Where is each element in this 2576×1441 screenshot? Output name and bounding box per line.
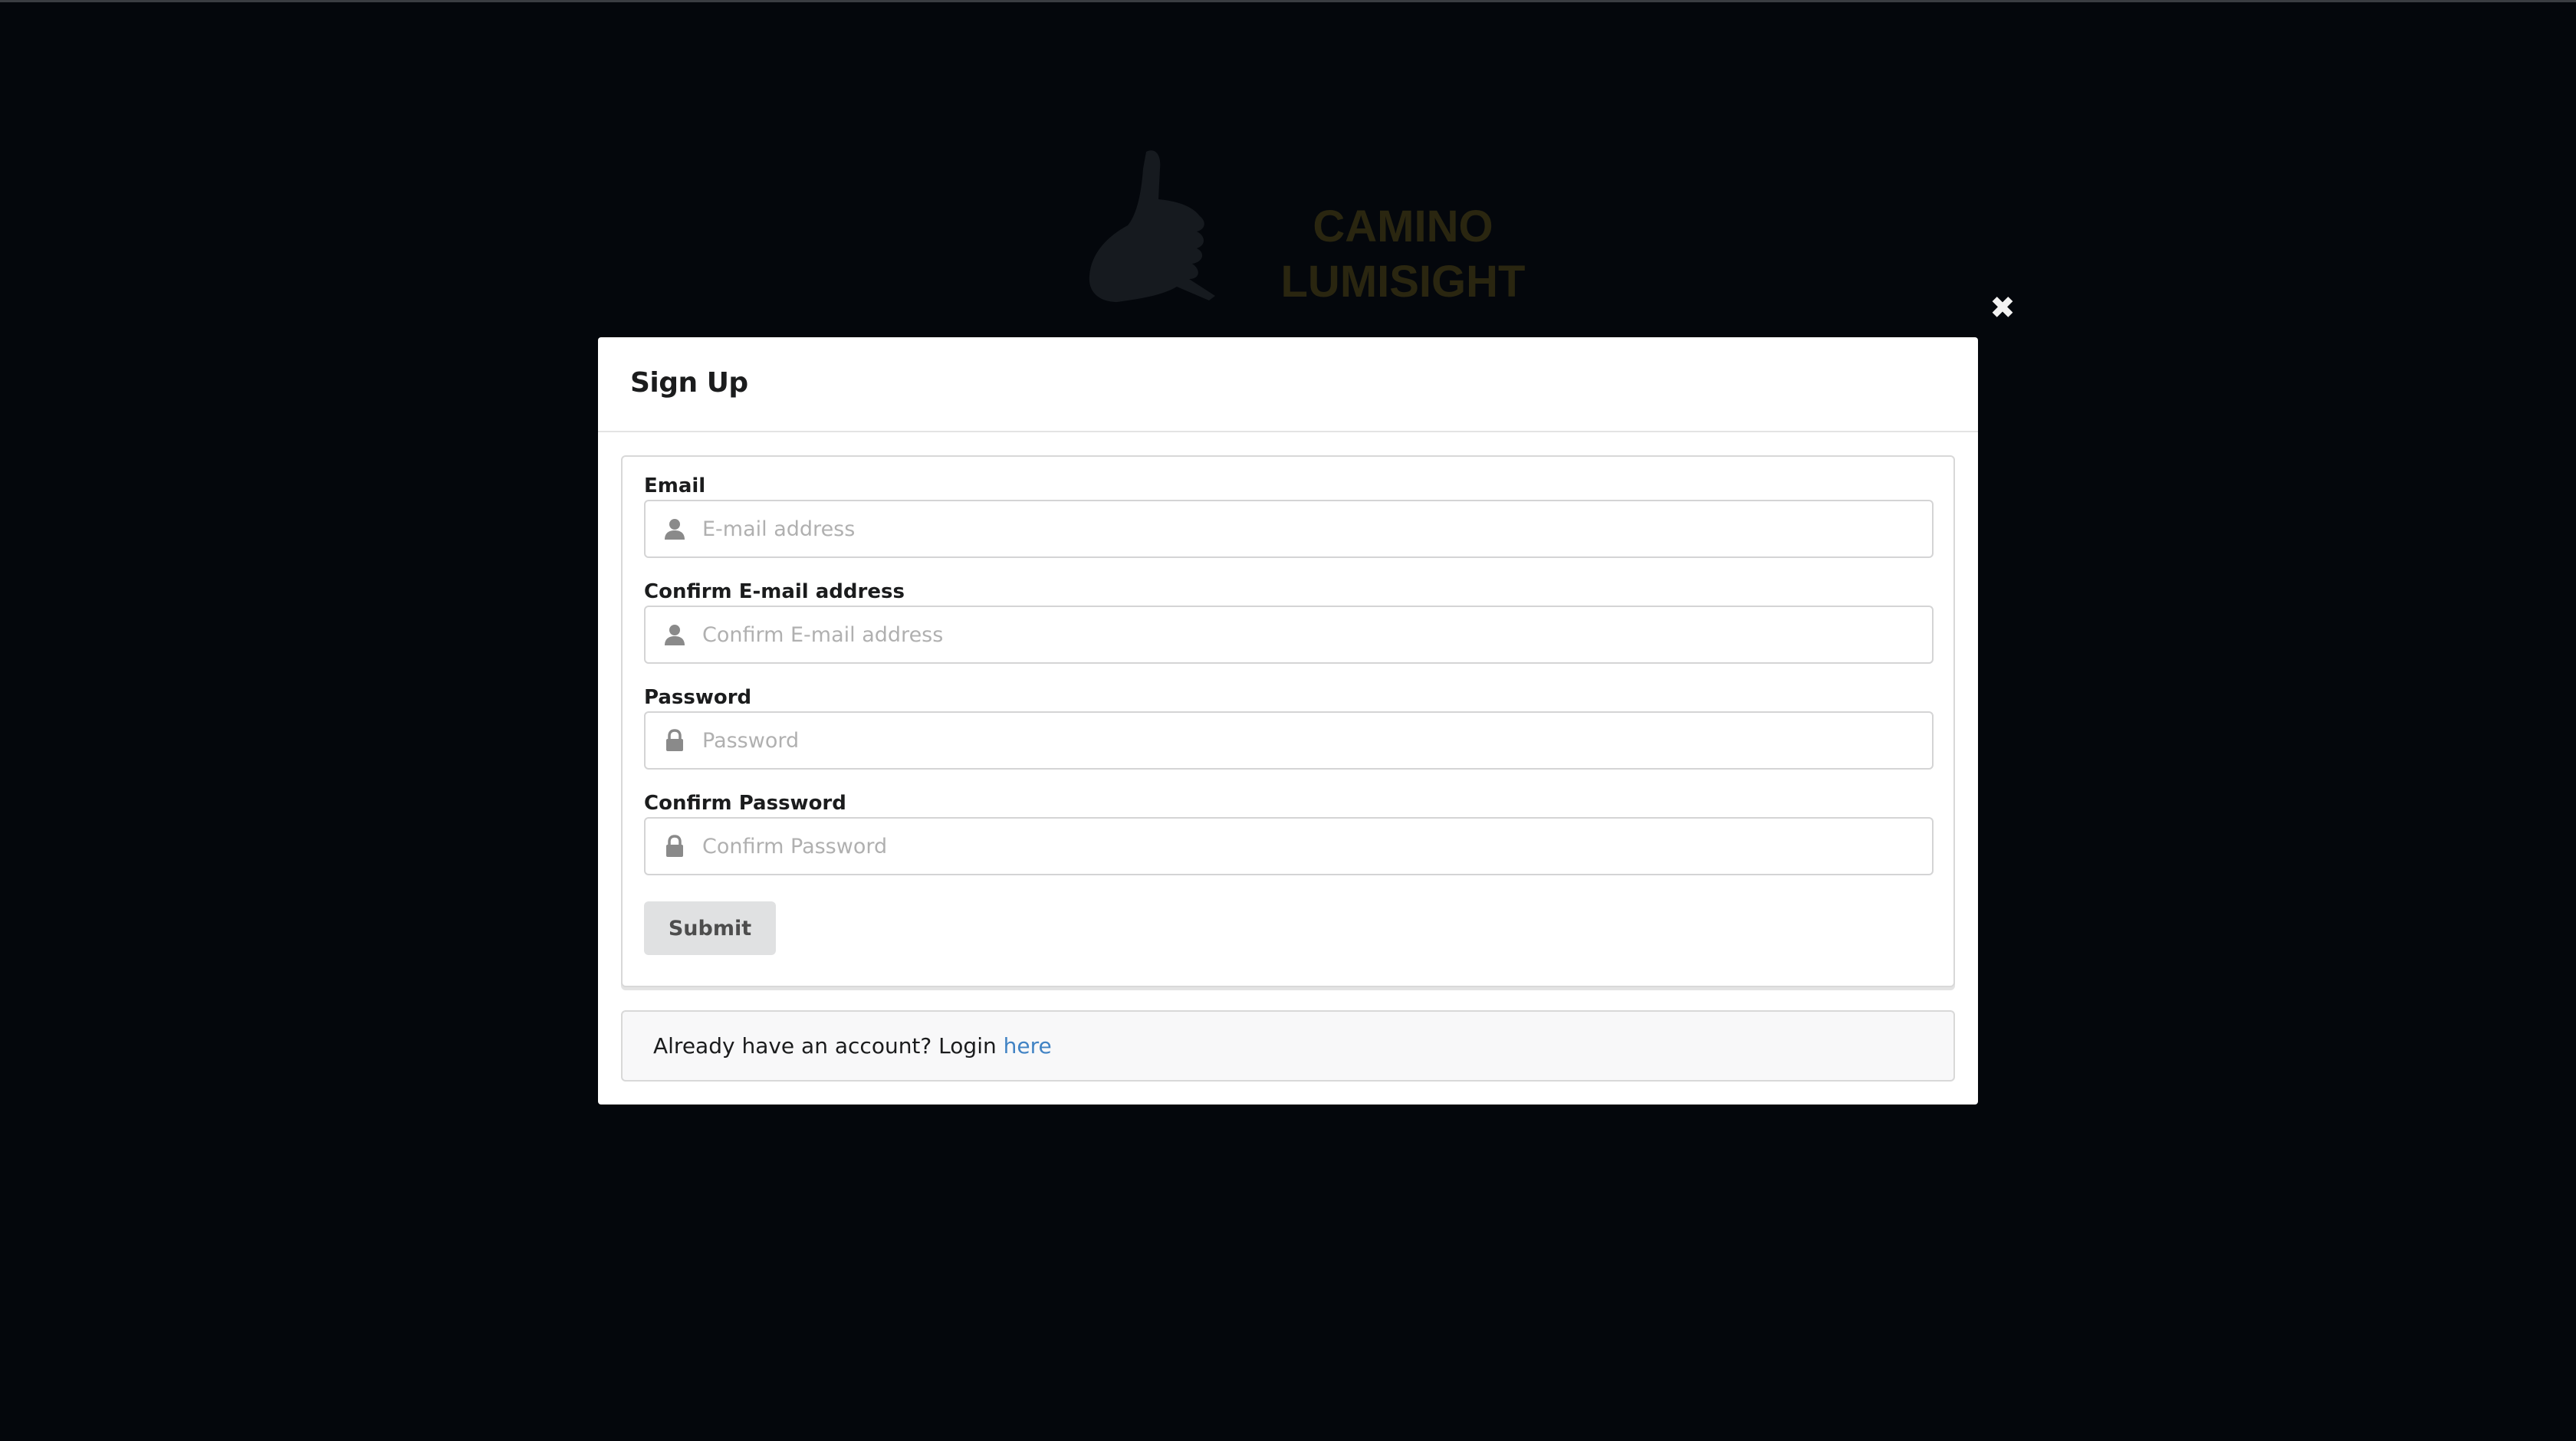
user-icon (665, 519, 685, 540)
password-label: Password (644, 686, 752, 709)
confirm-email-field-group: Confirm E-mail address (644, 578, 1934, 664)
page-backdrop: CAMINO LUMISIGHT ✖ Sign Up Email Confirm (0, 0, 2576, 1441)
email-field-group: Email (644, 472, 1934, 558)
brand-logo: CAMINO LUMISIGHT (1085, 146, 1545, 322)
signup-modal: Sign Up Email Confirm E-mail address (598, 337, 1978, 1105)
password-input-wrapper (644, 711, 1934, 770)
lock-icon (666, 835, 683, 857)
email-input-wrapper (644, 500, 1934, 558)
brand-name: CAMINO LUMISIGHT (1280, 199, 1526, 310)
confirm-email-input-wrapper (644, 606, 1934, 664)
confirm-password-input[interactable] (702, 819, 1914, 874)
lock-icon (666, 729, 683, 751)
login-prompt-text: Already have an account? Login (653, 1033, 1004, 1059)
submit-button[interactable]: Submit (644, 901, 776, 955)
confirm-email-input[interactable] (702, 607, 1914, 662)
brand-line-1: CAMINO (1313, 202, 1493, 251)
password-field-group: Password (644, 684, 1934, 770)
login-link[interactable]: here (1004, 1033, 1052, 1059)
close-icon[interactable]: ✖ (1987, 293, 2018, 323)
email-label: Email (644, 474, 706, 497)
top-divider (0, 0, 2576, 2)
user-icon (665, 625, 685, 645)
password-input[interactable] (702, 713, 1914, 768)
modal-title: Sign Up (630, 367, 748, 399)
brand-line-2: LUMISIGHT (1280, 257, 1526, 307)
confirm-password-input-wrapper (644, 817, 1934, 875)
hand-logo-icon (1089, 150, 1215, 302)
confirm-password-field-group: Confirm Password (644, 789, 1934, 875)
email-input[interactable] (702, 501, 1914, 556)
login-prompt: Already have an account? Login here (621, 1010, 1955, 1082)
confirm-password-label: Confirm Password (644, 792, 846, 815)
confirm-email-label: Confirm E-mail address (644, 580, 905, 603)
modal-header: Sign Up (598, 337, 1978, 432)
signup-form: Email Confirm E-mail address (621, 455, 1955, 987)
